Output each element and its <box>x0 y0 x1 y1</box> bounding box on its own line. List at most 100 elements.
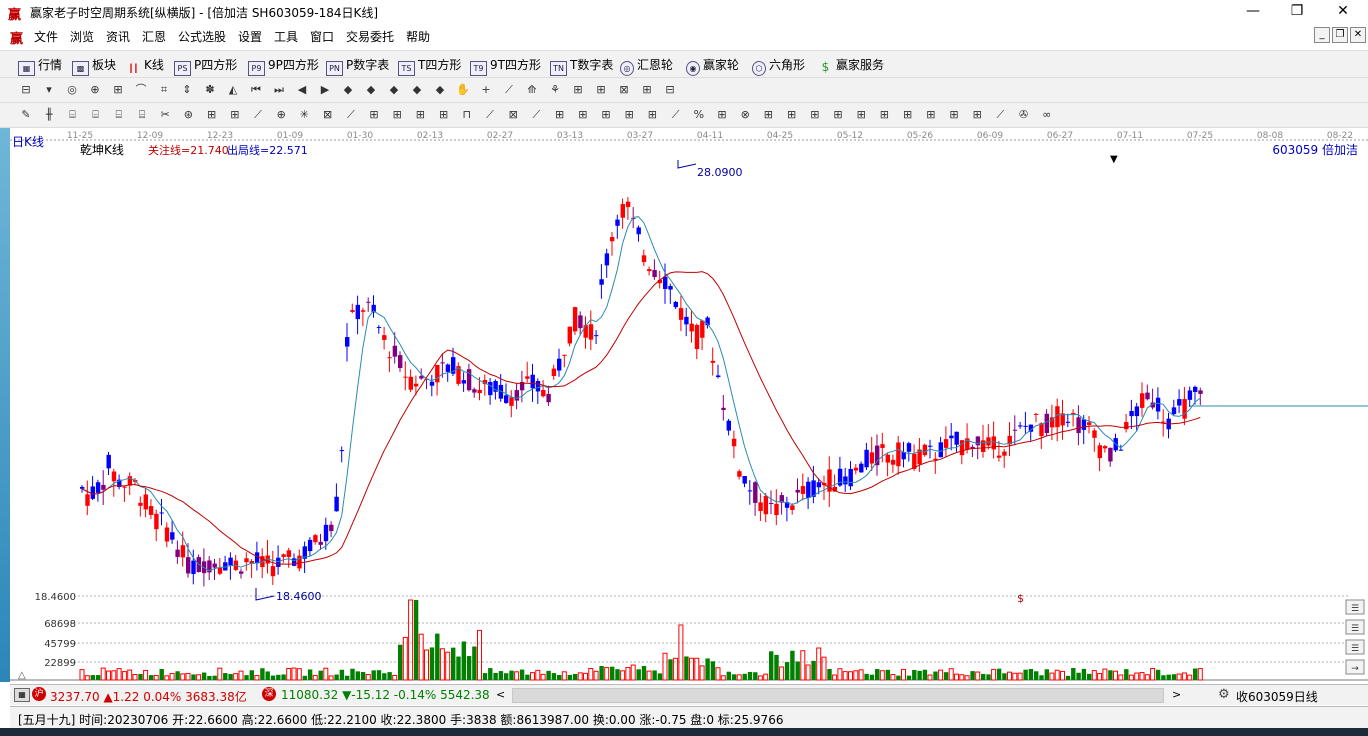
nav-tool-icon[interactable]: ⇕ <box>179 82 195 97</box>
toolbar-9t-square-button[interactable]: T9 9T四方形 <box>470 56 541 76</box>
nav-tool-icon[interactable]: ⊞ <box>593 82 609 97</box>
toolbar-t-square-button[interactable]: TS T四方形 <box>398 56 461 76</box>
drawing-tool-icon[interactable]: ⊞ <box>807 107 823 122</box>
toolbar-winner-wheel-button[interactable]: ◉ 赢家轮 <box>686 56 739 76</box>
nav-tool-icon[interactable]: ⚘ <box>547 82 563 97</box>
drawing-tool-icon[interactable]: ⟋ <box>992 107 1008 122</box>
drawing-tool-icon[interactable]: ⊞ <box>412 107 428 122</box>
menu-huien[interactable]: 汇恩 <box>142 28 166 45</box>
scroll-left-icon[interactable]: < <box>496 688 505 701</box>
nav-tool-icon[interactable]: + <box>478 82 494 97</box>
mdi-close-button[interactable]: ✕ <box>1350 27 1366 43</box>
nav-tool-icon[interactable]: ✽ <box>202 82 218 97</box>
drawing-tool-icon[interactable]: ⊞ <box>204 107 220 122</box>
toolbar-sector-button[interactable]: ▩ 板块 <box>72 56 116 76</box>
drawing-tool-icon[interactable]: ⊞ <box>389 107 405 122</box>
drawing-tool-icon[interactable]: ✎ <box>18 107 34 122</box>
nav-tool-icon[interactable]: ✋ <box>455 82 471 97</box>
drawing-tool-icon[interactable]: ⊓ <box>459 107 475 122</box>
toolbar-quotes-button[interactable]: ▦ 行情 <box>18 56 62 76</box>
drawing-tool-icon[interactable]: ⊞ <box>853 107 869 122</box>
nav-tool-icon[interactable]: ◆ <box>386 82 402 97</box>
menu-tools[interactable]: 工具 <box>274 28 298 45</box>
drawing-tool-icon[interactable]: ⊞ <box>784 107 800 122</box>
drawing-tool-icon[interactable]: ⊠ <box>320 107 336 122</box>
drawing-tool-icon[interactable]: ⟋ <box>528 107 544 122</box>
nav-tool-icon[interactable]: ⟋ <box>501 82 517 97</box>
drawing-tool-icon[interactable]: ⊞ <box>644 107 660 122</box>
toolbar-p-square-button[interactable]: PS P四方形 <box>174 56 237 76</box>
shanghai-index-text[interactable]: 3237.70 ▲1.22 0.04% 3683.38亿 <box>50 688 247 705</box>
mdi-minimize-button[interactable]: _ <box>1314 27 1330 43</box>
drawing-tool-icon[interactable]: ⊞ <box>575 107 591 122</box>
nav-tool-icon[interactable]: ⏮ <box>248 82 264 97</box>
toolbar-t-table-button[interactable]: TN T数字表 <box>550 56 613 76</box>
nav-tool-icon[interactable]: ◭ <box>225 82 241 97</box>
drawing-tool-icon[interactable]: ∞ <box>1039 107 1055 122</box>
menu-formula[interactable]: 公式选股 <box>178 28 226 45</box>
drawing-tool-icon[interactable]: ⊞ <box>923 107 939 122</box>
drawing-tool-icon[interactable]: ✳ <box>296 107 312 122</box>
nav-tool-icon[interactable]: ⊞ <box>110 82 126 97</box>
nav-tool-icon[interactable]: ⌗ <box>156 82 172 97</box>
keyboard-icon[interactable]: ▦ <box>14 688 30 702</box>
drawing-tool-icon[interactable]: ✂ <box>157 107 173 122</box>
drawing-tool-icon[interactable]: ⊞ <box>621 107 637 122</box>
menu-help[interactable]: 帮助 <box>406 28 430 45</box>
drawing-tool-icon[interactable]: ⟋ <box>668 107 684 122</box>
toolbar-hexagon-button[interactable]: ⬡ 六角形 <box>752 56 805 76</box>
toolbar-9p-square-button[interactable]: P9 9P四方形 <box>248 56 319 76</box>
drawing-tool-icon[interactable]: ⌸ <box>64 107 80 122</box>
drawing-tool-icon[interactable]: ⊞ <box>227 107 243 122</box>
menu-settings[interactable]: 设置 <box>238 28 262 45</box>
drawing-tool-icon[interactable]: ⊗ <box>737 107 753 122</box>
drawing-tool-icon[interactable]: ⌸ <box>111 107 127 122</box>
drawing-tool-icon[interactable]: ⟋ <box>250 107 266 122</box>
mdi-restore-button[interactable]: ❐ <box>1332 27 1348 43</box>
menu-file[interactable]: 文件 <box>34 28 58 45</box>
drawing-tool-icon[interactable]: ⌸ <box>134 107 150 122</box>
drawing-tool-icon[interactable]: ✇ <box>1016 107 1032 122</box>
chart-settings-icon[interactable]: ⚙ <box>1218 687 1230 702</box>
drawing-tool-icon[interactable]: ⊞ <box>760 107 776 122</box>
toolbar-service-button[interactable]: $ 赢家服务 <box>818 56 884 74</box>
nav-tool-icon[interactable]: ◆ <box>340 82 356 97</box>
drawing-tool-icon[interactable]: ⊞ <box>830 107 846 122</box>
nav-tool-icon[interactable]: ⊟ <box>662 82 678 97</box>
close-button[interactable]: ✕ <box>1320 0 1366 24</box>
dropdown-marker-icon[interactable]: ▼ <box>1110 154 1118 165</box>
nav-tool-icon[interactable]: ◆ <box>409 82 425 97</box>
menu-browse[interactable]: 浏览 <box>70 28 94 45</box>
nav-tool-icon[interactable]: ⏭ <box>271 82 287 97</box>
menu-info[interactable]: 资讯 <box>106 28 130 45</box>
drawing-tool-icon[interactable]: ⊞ <box>366 107 382 122</box>
drawing-tool-icon[interactable]: ⊞ <box>598 107 614 122</box>
nav-tool-icon[interactable]: ⟰ <box>524 82 540 97</box>
nav-tool-icon[interactable]: ⊟ <box>18 82 34 97</box>
minimize-button[interactable]: — <box>1230 0 1276 24</box>
drawing-tool-icon[interactable]: ⊞ <box>876 107 892 122</box>
nav-tool-icon[interactable]: ◀ <box>294 82 310 97</box>
menu-window[interactable]: 窗口 <box>310 28 334 45</box>
nav-tool-icon[interactable]: ⊠ <box>616 82 632 97</box>
drawing-tool-icon[interactable]: ⊞ <box>900 107 916 122</box>
nav-tool-icon[interactable]: ⌒ <box>133 82 149 97</box>
nav-tool-icon[interactable]: ⊞ <box>570 82 586 97</box>
drawing-tool-icon[interactable]: ⊕ <box>273 107 289 122</box>
nav-tool-icon[interactable]: ▶ <box>317 82 333 97</box>
nav-tool-icon[interactable]: ◆ <box>432 82 448 97</box>
nav-tool-icon[interactable]: ◆ <box>363 82 379 97</box>
nav-tool-icon[interactable]: ⊞ <box>639 82 655 97</box>
drawing-tool-icon[interactable]: ⊞ <box>436 107 452 122</box>
drawing-tool-icon[interactable]: ⊞ <box>714 107 730 122</box>
toolbar-kline-button[interactable]: ┃┃ K线 <box>126 56 164 75</box>
toolbar-p-table-button[interactable]: PN P数字表 <box>326 56 389 76</box>
drawing-tool-icon[interactable]: ⊞ <box>946 107 962 122</box>
drawing-tool-icon[interactable]: ⊛ <box>180 107 196 122</box>
restore-button[interactable]: ❐ <box>1274 0 1320 24</box>
nav-tool-icon[interactable]: ▾ <box>41 82 57 97</box>
drawing-tool-icon[interactable]: ⟋ <box>343 107 359 122</box>
drawing-tool-icon[interactable]: ⊠ <box>505 107 521 122</box>
drawing-tool-icon[interactable]: ⊞ <box>969 107 985 122</box>
drawing-tool-icon[interactable]: ╫ <box>41 107 57 122</box>
